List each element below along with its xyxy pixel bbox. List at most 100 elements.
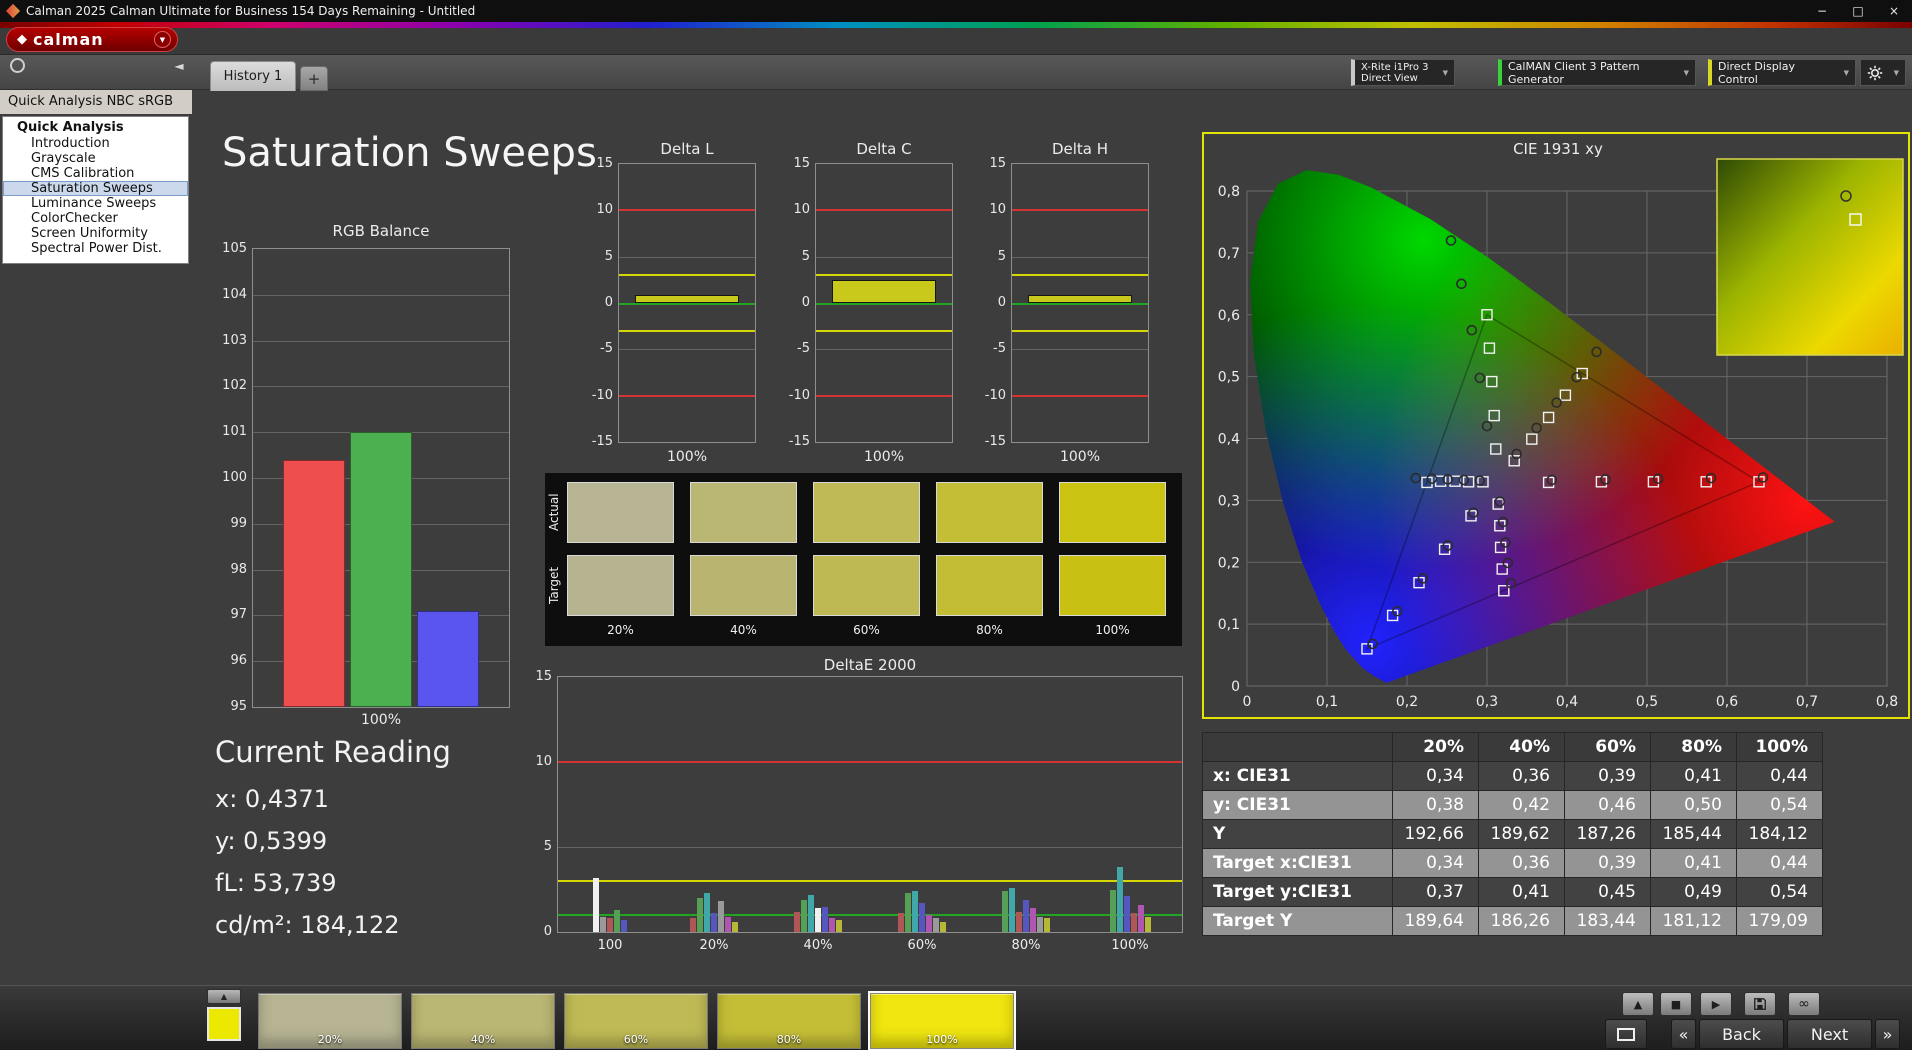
chevron-down-icon: ▼ <box>1683 68 1689 77</box>
sidebar-item-grayscale[interactable]: Grayscale <box>3 151 188 166</box>
delta-h-title: Delta H <box>1051 140 1109 158</box>
pattern-generator-label: CalMAN Client 3 Pattern Generator <box>1508 59 1640 86</box>
pattern-options-button[interactable]: ▲ <box>207 989 241 1004</box>
svg-text:0,2: 0,2 <box>1218 555 1240 571</box>
pattern-swatch-20%[interactable]: 20% <box>258 993 402 1049</box>
add-tab-button[interactable]: + <box>300 66 328 91</box>
pattern-window-button[interactable] <box>1605 1019 1647 1049</box>
play-button[interactable]: ▶ <box>1700 992 1732 1016</box>
rgb-balance-chart: 95 96 97 98 99 100 101 102 103 104 105 <box>222 241 510 714</box>
table-cell: 0,42 <box>1478 790 1565 820</box>
sidebar-item-spectral-power-dist-[interactable]: Spectral Power Dist. <box>3 241 188 256</box>
delta-c-chart: -15 -10 -5 0 5 10 15 <box>789 156 953 449</box>
settings-button[interactable]: ▼ <box>1860 59 1906 86</box>
y-tick: 5 <box>801 248 810 264</box>
table-row: y: CIE31 0,38 0,42 0,46 0,50 0,54 <box>1202 790 1823 820</box>
y-tick: 15 <box>535 669 552 684</box>
pattern-swatch-row: 20% 40% 60% 80% 100% <box>258 991 1038 1050</box>
sidebar-item-luminance-sweeps[interactable]: Luminance Sweeps <box>3 196 188 211</box>
last-page-button[interactable]: » <box>1875 1019 1900 1049</box>
deltae-bar <box>704 892 710 932</box>
stop-button[interactable]: ■ <box>1660 992 1692 1016</box>
svg-text:0,7: 0,7 <box>1796 694 1818 710</box>
y-tick: 10 <box>535 754 552 769</box>
next-button[interactable]: Next <box>1787 1019 1872 1049</box>
deltae-bar <box>905 892 911 932</box>
current-reading-x: x: 0,4371 <box>215 785 329 813</box>
table-cell: 192,66 <box>1392 819 1479 849</box>
deltae-bar <box>1137 904 1144 932</box>
current-reading-title: Current Reading <box>215 735 451 769</box>
meter-dropdown[interactable]: X-Rite i1Pro 3 Direct View ▼ <box>1351 59 1455 86</box>
pattern-swatch-100%[interactable]: 100% <box>868 991 1016 1050</box>
calman-logo-text: calman <box>33 30 104 49</box>
first-page-button[interactable]: « <box>1671 1019 1696 1049</box>
pattern-swatch-60%[interactable]: 60% <box>564 993 708 1049</box>
deltae-chart: 0 5 10 15 100 20% 40% 60% 80% 100% <box>535 669 1183 953</box>
minimize-button[interactable]: − <box>1804 0 1840 22</box>
delta-h-chart: -15 -10 -5 0 5 10 15 <box>985 156 1149 449</box>
back-button[interactable]: Back <box>1699 1019 1784 1049</box>
continuous-measure-button[interactable]: ∞ <box>1788 992 1820 1016</box>
sidebar-item-screen-uniformity[interactable]: Screen Uniformity <box>3 226 188 241</box>
tab-history-1[interactable]: History 1 <box>210 61 296 91</box>
deltae-bar <box>690 918 696 932</box>
current-reading-cdm2: cd/m²: 184,122 <box>215 911 400 939</box>
pattern-generator-dropdown[interactable]: CalMAN Client 3 Pattern Generator ▼ <box>1498 59 1696 86</box>
workflow-status-icon[interactable] <box>10 58 25 73</box>
table-cell: 184,12 <box>1736 819 1823 849</box>
deltae-bar <box>815 908 821 932</box>
actual-swatch-60% <box>813 482 920 543</box>
y-tick: -10 <box>591 387 613 403</box>
y-tick: 102 <box>222 378 247 394</box>
table-cell: 0,44 <box>1736 761 1823 791</box>
pattern-swatch-label: 40% <box>470 1033 496 1046</box>
y-tick: 0 <box>801 295 810 310</box>
actual-swatch-40% <box>690 482 797 543</box>
cie-1931-diagram: 00 0,1 0,1 0,2 0,2 0,3 0,3 0,4 0,4 0,5 0,5 0,6 0,6 0,… <box>1218 158 1904 710</box>
sidebar-item-introduction[interactable]: Introduction <box>3 136 188 151</box>
y-tick: 97 <box>230 607 247 623</box>
delta-h-bar <box>1028 294 1132 303</box>
table-cell: 0,34 <box>1392 761 1479 791</box>
table-cell: 0,45 <box>1564 877 1651 907</box>
display-control-dropdown[interactable]: Direct Display Control ▼ <box>1708 59 1856 86</box>
pattern-swatch-40%[interactable]: 40% <box>411 993 555 1049</box>
sidebar-item-cms-calibration[interactable]: CMS Calibration <box>3 166 188 181</box>
close-button[interactable]: × <box>1876 0 1912 22</box>
table-col-header: 100% <box>1736 732 1823 762</box>
eject-button[interactable]: ▲ <box>1622 992 1654 1016</box>
pattern-swatch-80%[interactable]: 80% <box>717 993 861 1049</box>
sidebar-item-saturation-sweeps[interactable]: Saturation Sweeps <box>3 181 188 196</box>
table-cell: 0,41 <box>1478 877 1565 907</box>
deltae-bar <box>1130 913 1137 932</box>
actual-swatch-20% <box>567 482 674 543</box>
table-cell: 0,50 <box>1650 790 1737 820</box>
y-tick: -5 <box>797 341 810 357</box>
page-title: Saturation Sweeps <box>222 130 597 176</box>
sidebar-item-colorchecker[interactable]: ColorChecker <box>3 211 188 226</box>
target-swatch-20% <box>567 555 674 616</box>
table-cell: 0,41 <box>1650 761 1737 791</box>
table-cell: 189,62 <box>1478 819 1565 849</box>
y-tick: 105 <box>222 241 247 256</box>
pattern-swatch-label: 100% <box>926 1033 958 1046</box>
swatch-comparison-panel: Actual Target 20% 40% 60% 80% 100% <box>545 473 1182 646</box>
tree-root[interactable]: Quick Analysis <box>3 119 188 136</box>
y-tick: 10 <box>596 202 613 218</box>
maximize-button[interactable]: □ <box>1840 0 1876 22</box>
table-col-header: 20% <box>1392 732 1479 762</box>
table-col-header: 80% <box>1650 732 1737 762</box>
save-button[interactable] <box>1744 992 1776 1016</box>
deltae-bar <box>593 877 599 932</box>
svg-text:0,4: 0,4 <box>1556 694 1578 710</box>
meter-name: X-Rite i1Pro 3 <box>1361 61 1429 73</box>
y-tick: 104 <box>222 286 247 302</box>
rgb-bar-red <box>283 459 345 707</box>
calman-menu-button[interactable]: ◆ calman ▼ <box>6 27 178 52</box>
table-cell: 0,34 <box>1392 848 1479 878</box>
table-row: Target Y 189,64 186,26 183,44 181,12 179,09 <box>1202 906 1823 936</box>
svg-text:0,1: 0,1 <box>1218 617 1240 633</box>
collapse-sidebar-button[interactable]: ◄ <box>170 57 188 75</box>
deltae-bar <box>1037 916 1043 932</box>
